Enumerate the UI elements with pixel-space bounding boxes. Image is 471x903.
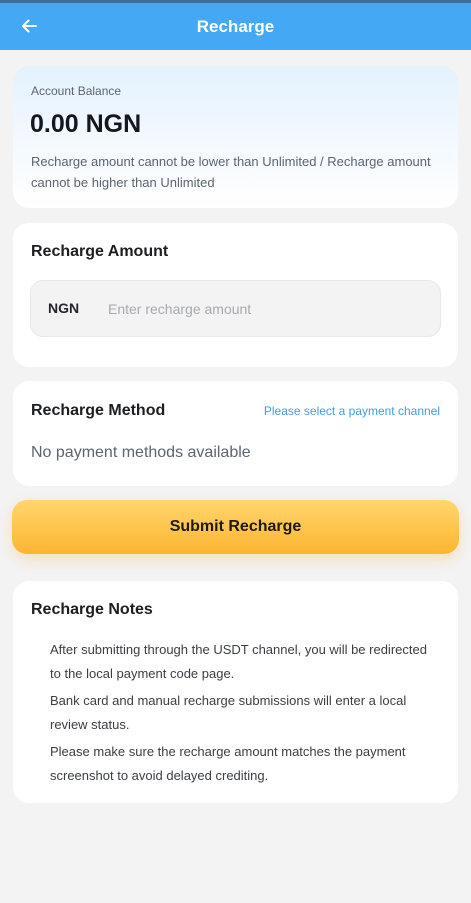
currency-label: NGN xyxy=(48,300,80,316)
note-item: Bank card and manual recharge submission… xyxy=(50,693,407,732)
recharge-method-heading: Recharge Method xyxy=(31,402,166,419)
note-item: After submitting through the USDT channe… xyxy=(50,642,427,681)
balance-label: Account Balance xyxy=(31,84,122,98)
balance-value: 0.00 NGN xyxy=(30,110,142,138)
page-title: Recharge xyxy=(196,17,275,36)
note-item: Please make sure the recharge amount mat… xyxy=(50,744,406,783)
amount-field[interactable]: NGN xyxy=(30,280,441,337)
submit-recharge-label: Submit Recharge xyxy=(169,518,302,535)
recharge-amount-input[interactable] xyxy=(108,293,418,325)
account-balance-card: Account Balance 0.00 NGN Recharge amount… xyxy=(13,66,458,208)
no-payment-methods-text: No payment methods available xyxy=(31,444,251,461)
recharge-limit-note: Recharge amount cannot be lower than Unl… xyxy=(31,154,431,190)
select-payment-channel-link[interactable]: Please select a payment channel xyxy=(264,404,440,418)
recharge-amount-heading: Recharge Amount xyxy=(31,243,169,260)
recharge-notes-card: Recharge Notes After submitting through … xyxy=(13,581,458,803)
recharge-notes-heading: Recharge Notes xyxy=(31,601,153,618)
notes-list: After submitting through the USDT channe… xyxy=(50,638,440,791)
top-bar: Recharge xyxy=(0,0,471,50)
recharge-amount-card: Recharge Amount NGN xyxy=(13,223,458,367)
submit-recharge-button[interactable]: Submit Recharge xyxy=(12,500,459,554)
recharge-method-card: Recharge Method Please select a payment … xyxy=(13,381,458,486)
